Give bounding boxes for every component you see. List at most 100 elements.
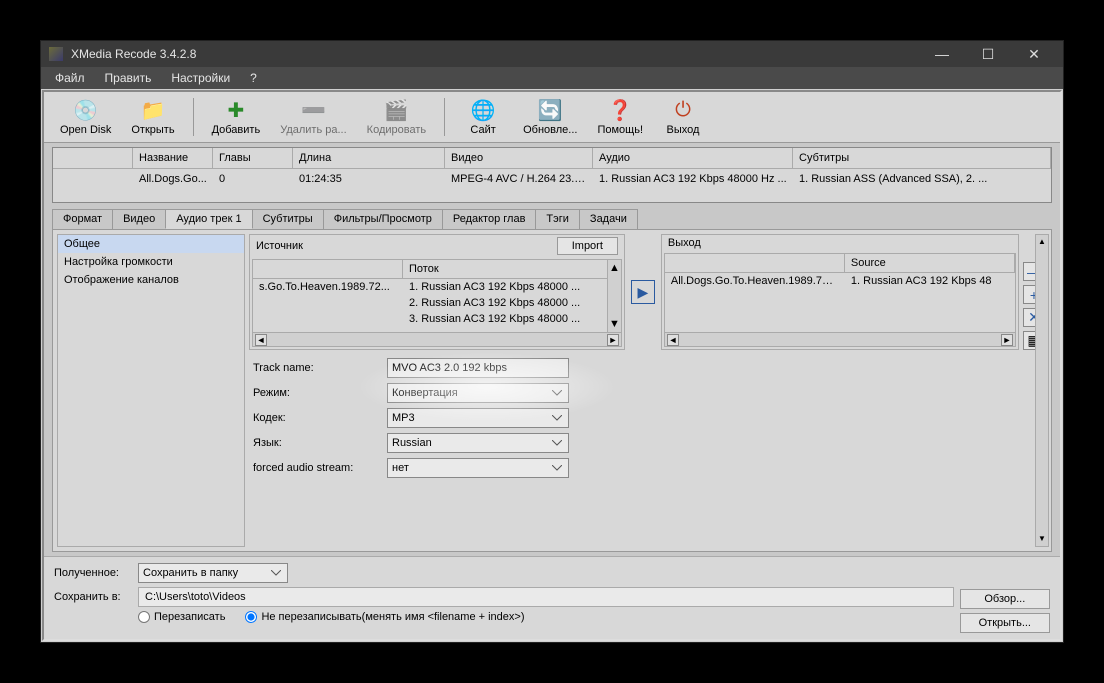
tab-subtitles[interactable]: Субтитры xyxy=(252,209,324,229)
output-source-header[interactable]: Source xyxy=(845,254,1015,273)
file-list: Название Главы Длина Видео Аудио Субтитр… xyxy=(52,147,1052,203)
cell-audio: 1. Russian AC3 192 Kbps 48000 Hz ... xyxy=(593,169,793,189)
tab-content: Общее Настройка громкости Отображение ка… xyxy=(52,229,1052,552)
scroll-right-icon[interactable]: ► xyxy=(1001,334,1013,346)
close-button[interactable]: ✕ xyxy=(1013,41,1055,67)
save-path-input[interactable] xyxy=(138,587,954,607)
scroll-left-icon[interactable]: ◄ xyxy=(255,334,267,346)
menu-settings[interactable]: Настройки xyxy=(163,69,238,87)
file-row[interactable]: All.Dogs.Go... 0 01:24:35 MPEG-4 AVC / H… xyxy=(53,169,1051,189)
scroll-right-icon[interactable]: ► xyxy=(607,334,619,346)
col-subs[interactable]: Субтитры xyxy=(793,148,1051,169)
col-audio[interactable]: Аудио xyxy=(593,148,793,169)
hscrollbar[interactable]: ◄► xyxy=(253,332,621,346)
col-video[interactable]: Видео xyxy=(445,148,593,169)
menu-help[interactable]: ? xyxy=(242,69,265,87)
source-row[interactable]: s.Go.To.Heaven.1989.72... 1. Russian AC3… xyxy=(253,279,621,295)
exit-button[interactable]: ⏻Выход xyxy=(655,96,711,138)
browse-button[interactable]: Обзор... xyxy=(960,589,1050,609)
tab-video[interactable]: Видео xyxy=(112,209,166,229)
fields: Track name: Режим: Конвертация Кодек: MP… xyxy=(249,358,1047,483)
minus-icon: ➖ xyxy=(299,98,327,122)
cell-video: MPEG-4 AVC / H.264 23.9... xyxy=(445,169,593,189)
source-stream-header[interactable]: Поток xyxy=(403,260,621,279)
mode-select[interactable]: Конвертация xyxy=(387,383,569,403)
update-button[interactable]: 🔄Обновле... xyxy=(515,96,585,138)
no-overwrite-radio[interactable]: Не перезаписывать(менять имя <filename +… xyxy=(245,611,524,623)
window-title: XMedia Recode 3.4.2.8 xyxy=(71,47,921,61)
tab-audio-1[interactable]: Аудио трек 1 xyxy=(165,209,252,229)
menubar: Файл Править Настройки ? xyxy=(41,67,1063,89)
power-icon: ⏻ xyxy=(669,98,697,122)
open-folder-button[interactable]: Открыть... xyxy=(960,613,1050,633)
titlebar: XMedia Recode 3.4.2.8 — ☐ ✕ xyxy=(41,41,1063,67)
scroll-down-icon[interactable]: ▼ xyxy=(1037,534,1047,544)
cell-subs: 1. Russian ASS (Advanced SSA), 2. ... xyxy=(793,169,1051,189)
scroll-up-icon[interactable]: ▲ xyxy=(1037,237,1047,247)
file-list-header: Название Главы Длина Видео Аудио Субтитр… xyxy=(53,148,1051,169)
add-button[interactable]: ✚Добавить xyxy=(204,96,269,138)
output-label: Выход xyxy=(668,237,1012,249)
refresh-icon: 🔄 xyxy=(536,98,564,122)
side-general[interactable]: Общее xyxy=(58,235,244,253)
menu-file[interactable]: Файл xyxy=(47,69,93,87)
track-name-label: Track name: xyxy=(249,362,387,374)
overwrite-radio[interactable]: Перезаписать xyxy=(138,611,225,623)
lang-label: Язык: xyxy=(249,437,387,449)
tab-jobs[interactable]: Задачи xyxy=(579,209,638,229)
cell-duration: 01:24:35 xyxy=(293,169,445,189)
output-grid: Source All.Dogs.Go.To.Heaven.1989.720p.B… xyxy=(664,253,1016,347)
pane-vscrollbar[interactable]: ▲ ▼ xyxy=(1035,234,1049,547)
content: 💿Open Disk 📁Открыть ✚Добавить ➖Удалить р… xyxy=(42,90,1062,641)
transfer-button[interactable]: ▶ xyxy=(631,280,655,304)
forced-select[interactable]: нет xyxy=(387,458,569,478)
tab-chapters[interactable]: Редактор глав xyxy=(442,209,537,229)
received-label: Полученное: xyxy=(54,567,132,579)
open-disk-button[interactable]: 💿Open Disk xyxy=(52,96,119,138)
toolbar: 💿Open Disk 📁Открыть ✚Добавить ➖Удалить р… xyxy=(44,92,1060,143)
source-grid: Поток s.Go.To.Heaven.1989.72... 1. Russi… xyxy=(252,259,622,347)
import-button[interactable]: Import xyxy=(557,237,618,255)
vscrollbar[interactable]: ▲▼ xyxy=(607,260,621,332)
side-channels[interactable]: Отображение каналов xyxy=(58,271,244,289)
source-row[interactable]: 3. Russian AC3 192 Kbps 48000 ... xyxy=(253,311,621,327)
output-row[interactable]: All.Dogs.Go.To.Heaven.1989.720p.B... 1. … xyxy=(665,273,1015,289)
tab-format[interactable]: Формат xyxy=(52,209,113,229)
received-select[interactable]: Сохранить в папку xyxy=(138,563,288,583)
hscrollbar[interactable]: ◄► xyxy=(665,332,1015,346)
track-name-input[interactable] xyxy=(387,358,569,378)
cell-chapters: 0 xyxy=(213,169,293,189)
scroll-up-icon[interactable]: ▲ xyxy=(609,262,620,274)
minimize-button[interactable]: — xyxy=(921,41,963,67)
save-label: Сохранить в: xyxy=(54,591,132,603)
output-panel: Выход Source All.Dogs.Go.To.Heaven.1989.… xyxy=(661,234,1019,350)
scroll-left-icon[interactable]: ◄ xyxy=(667,334,679,346)
mode-label: Режим: xyxy=(249,387,387,399)
col-name[interactable]: Название xyxy=(133,148,213,169)
question-icon: ❓ xyxy=(606,98,634,122)
app-window: XMedia Recode 3.4.2.8 — ☐ ✕ Файл Править… xyxy=(40,40,1064,643)
maximize-button[interactable]: ☐ xyxy=(967,41,1009,67)
site-button[interactable]: 🌐Сайт xyxy=(455,96,511,138)
col-chapters[interactable]: Главы xyxy=(213,148,293,169)
separator xyxy=(193,98,194,136)
plus-icon: ✚ xyxy=(222,98,250,122)
scroll-down-icon[interactable]: ▼ xyxy=(609,318,620,330)
source-panel: Источник Import Поток s.Go.To.Heaven.198… xyxy=(249,234,625,350)
tab-tags[interactable]: Тэги xyxy=(535,209,580,229)
col-duration[interactable]: Длина xyxy=(293,148,445,169)
help-button[interactable]: ❓Помощь! xyxy=(589,96,651,138)
source-row[interactable]: 2. Russian AC3 192 Kbps 48000 ... xyxy=(253,295,621,311)
lang-select[interactable]: Russian xyxy=(387,433,569,453)
open-file-button[interactable]: 📁Открыть xyxy=(123,96,182,138)
separator xyxy=(444,98,445,136)
tabs: Формат Видео Аудио трек 1 Субтитры Фильт… xyxy=(52,209,1052,229)
side-volume[interactable]: Настройка громкости xyxy=(58,253,244,271)
globe-icon: 🌐 xyxy=(469,98,497,122)
remove-button: ➖Удалить ра... xyxy=(272,96,354,138)
disc-icon: 💿 xyxy=(72,98,100,122)
codec-select[interactable]: MP3 xyxy=(387,408,569,428)
forced-label: forced audio stream: xyxy=(249,462,387,474)
menu-edit[interactable]: Править xyxy=(97,69,160,87)
tab-filters[interactable]: Фильтры/Просмотр xyxy=(323,209,443,229)
